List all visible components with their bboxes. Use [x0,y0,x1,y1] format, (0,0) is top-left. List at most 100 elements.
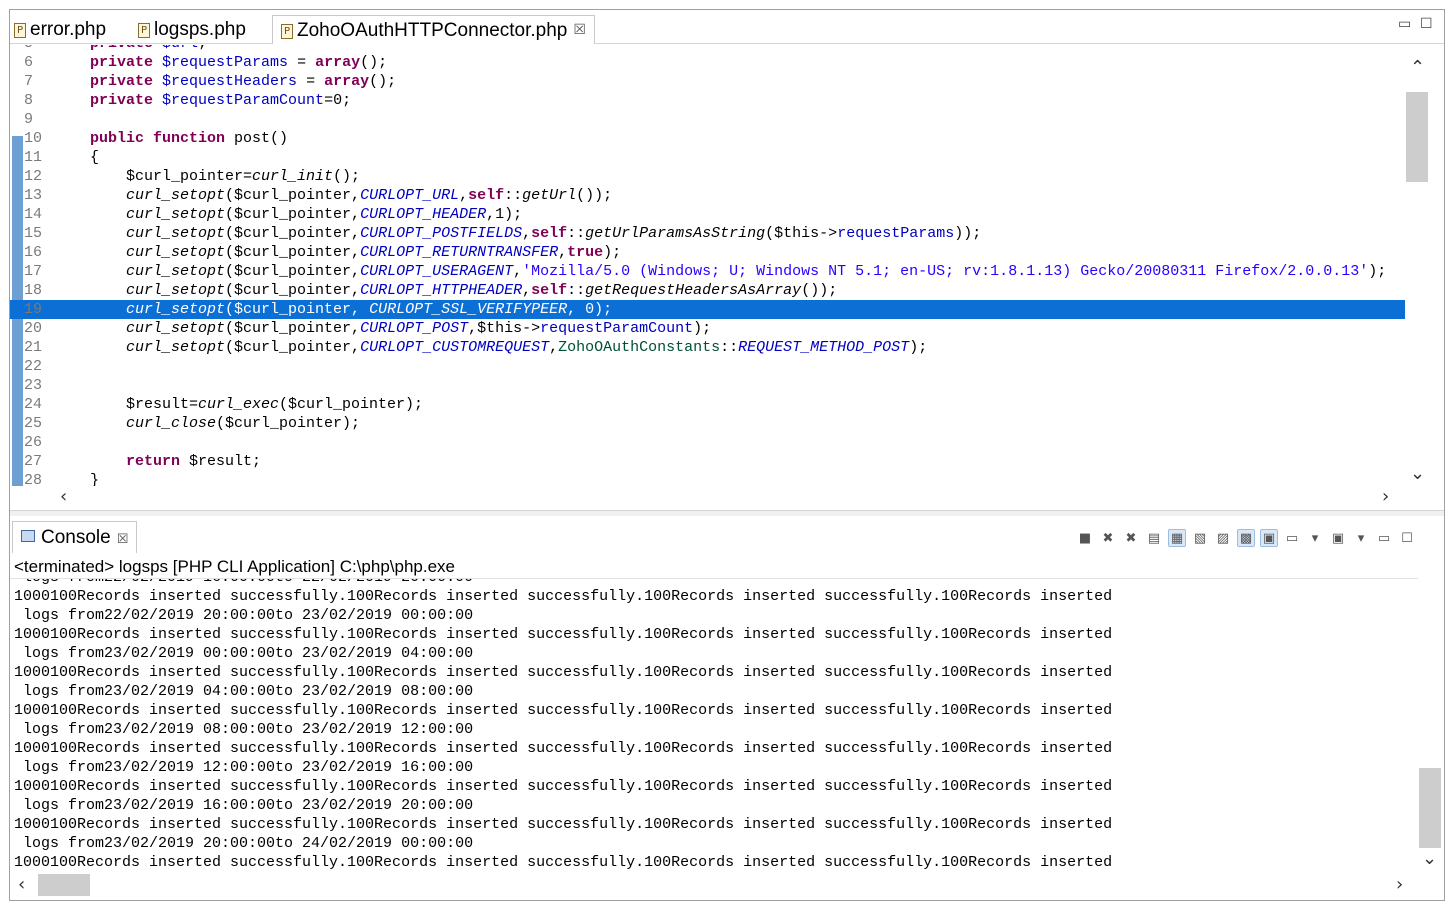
minimize-icon[interactable]: ▭ [1398,16,1411,32]
line-number: 21 [24,339,43,356]
console-line: 1000100Records inserted successfully.100… [14,702,1113,719]
line-number: 27 [24,453,43,470]
editor-scroll-thumb[interactable] [1406,92,1428,182]
line-number: 5 [24,45,54,53]
console-hscroll-thumb[interactable] [38,874,90,896]
scroll-up-icon[interactable]: ⌃ [1410,57,1425,78]
console-output[interactable]: logs from22/02/2019 16:00:00to 22/02/201… [10,578,1418,870]
console-toolbar-button-icon[interactable]: ▣ [1329,530,1347,548]
code-line[interactable]: 8 private $requestParamCount=0; [10,91,1405,110]
code-editor[interactable]: 5 private $url; 6 private $requestParams = … [10,45,1444,486]
line-number: 26 [24,434,43,451]
code-line[interactable]: 26 [10,433,1405,452]
code-text: curl_setopt($curl_pointer,CURLOPT_POSTFI… [126,225,982,242]
console-icon [21,530,35,542]
console-horizontal-scrollbar[interactable]: ‹ › [10,870,1418,900]
console-line: logs from22/02/2019 16:00:00to 22/02/201… [14,579,473,587]
code-line[interactable]: 23 [10,376,1405,395]
code-line[interactable]: 28} [10,471,1405,486]
console-toolbar-button-icon[interactable]: ▧ [1191,530,1209,548]
scroll-right-icon[interactable]: › [1396,874,1403,895]
console-toolbar-button-icon[interactable]: ▾ [1352,530,1370,548]
tab-label: ZohoOAuthHTTPConnector.php [297,20,568,41]
code-line[interactable]: 19 curl_setopt($curl_pointer, CURLOPT_SSL… [10,300,1405,319]
code-line[interactable]: 6 private $requestParams = array(); [10,53,1405,72]
tab-error-php[interactable]: Perror.php [14,15,106,44]
code-line[interactable]: 15 curl_setopt($curl_pointer,CURLOPT_POST… [10,224,1405,243]
console-toolbar: ■ ✖ ✖ ▤ ▦ ▧ ▨ ▩ ▣ ▭ ▾ ▣ ▾ ▭ ☐ [1076,529,1421,549]
code-line[interactable]: 13 curl_setopt($curl_pointer,CURLOPT_URL,… [10,186,1405,205]
console-line: 1000100Records inserted successfully.100… [14,626,1113,643]
close-icon[interactable]: ☒ [573,22,586,38]
tab-zoho-connector-php[interactable]: P ZohoOAuthHTTPConnector.php ☒ [272,15,595,44]
scroll-left-icon[interactable]: ‹ [60,486,67,507]
console-toolbar-button-icon[interactable]: ✖ [1122,530,1140,548]
code-text: { [90,149,100,166]
code-line[interactable]: 10 public function post() [10,129,1405,148]
tab-logsps-php[interactable]: Plogsps.php [138,15,246,44]
line-number: 14 [24,206,43,223]
console-line: 1000100Records inserted successfully.100… [14,740,1113,757]
line-number: 9 [24,111,34,128]
console-toolbar-button-icon[interactable]: ▩ [1237,529,1255,547]
code-line[interactable]: 21 curl_setopt($curl_pointer,CURLOPT_CUST… [10,338,1405,357]
code-text: curl_setopt($curl_pointer,CURLOPT_HEADER… [126,206,523,223]
php-file-icon: P [281,24,293,39]
console-tab-label: Console [41,527,111,548]
line-number: 15 [24,225,43,242]
console-toolbar-button-icon[interactable]: ▭ [1375,530,1393,548]
console-toolbar-button-icon[interactable]: ☐ [1398,530,1416,548]
code-line[interactable]: 22 [10,357,1405,376]
code-line[interactable]: 9 [10,110,1405,129]
maximize-icon[interactable]: ☐ [1420,16,1433,32]
editor-horizontal-scrollbar[interactable]: ‹ › [52,486,1405,508]
line-number: 22 [24,358,43,375]
line-number: 23 [24,377,43,394]
console-scroll-thumb[interactable] [1419,768,1441,848]
code-text: private $requestParams = array(); [90,54,388,71]
code-line[interactable]: 11 { [10,148,1405,167]
console-toolbar-button-icon[interactable]: ▣ [1260,529,1278,547]
code-text: private $requestParamCount=0; [90,92,352,109]
editor-tab-bar: Perror.php Plogsps.php P ZohoOAuthHTTPCon… [10,10,1444,44]
console-toolbar-button-icon[interactable]: ▦ [1168,529,1186,547]
console-toolbar-button-icon[interactable]: ▭ [1283,530,1301,548]
close-icon[interactable]: ☒ [117,532,129,547]
console-toolbar-button-icon[interactable]: ▤ [1145,530,1163,548]
code-line[interactable]: 14 curl_setopt($curl_pointer,CURLOPT_HEAD… [10,205,1405,224]
code-line[interactable]: 16 curl_setopt($curl_pointer,CURLOPT_RETU… [10,243,1405,262]
code-text: private $requestHeaders = array(); [90,73,397,90]
line-number: 25 [24,415,43,432]
code-text: $result=curl_exec($curl_pointer); [126,396,424,413]
tab-label: error.php [30,19,107,40]
console-toolbar-button-icon[interactable]: ✖ [1099,530,1117,548]
code-line[interactable]: 27 return $result; [10,452,1405,471]
code-text: public function post() [90,130,289,147]
scroll-left-icon[interactable]: ‹ [18,874,25,895]
line-number: 24 [24,396,43,413]
line-number: 18 [24,282,43,299]
console-line: logs from23/02/2019 04:00:00to 23/02/201… [14,683,474,700]
console-toolbar-button-icon[interactable]: ▾ [1306,530,1324,548]
code-line[interactable]: 25 curl_close($curl_pointer); [10,414,1405,433]
code-text: curl_close($curl_pointer); [126,415,361,432]
code-text: curl_setopt($curl_pointer,CURLOPT_RETURN… [126,244,622,261]
code-text: curl_setopt($curl_pointer,CURLOPT_HTTPHE… [126,282,838,299]
console-line: logs from22/02/2019 20:00:00to 23/02/201… [14,607,474,624]
pane-separator[interactable] [10,510,1444,516]
scroll-down-icon[interactable]: ⌄ [1422,848,1437,869]
code-line[interactable]: 20 curl_setopt($curl_pointer,CURLOPT_POST… [10,319,1405,338]
code-text: private $url; [90,45,207,53]
code-line[interactable]: 12 $curl_pointer=curl_init(); [10,167,1405,186]
code-line[interactable]: 7 private $requestHeaders = array(); [10,72,1405,91]
line-number: 7 [24,73,34,90]
code-line[interactable]: 17 curl_setopt($curl_pointer,CURLOPT_USER… [10,262,1405,281]
code-line[interactable]: 24 $result=curl_exec($curl_pointer); [10,395,1405,414]
console-toolbar-button-icon[interactable]: ■ [1076,530,1094,548]
tab-console[interactable]: Console ☒ [12,521,138,553]
code-line[interactable]: 5 private $url; [10,45,1405,53]
console-toolbar-button-icon[interactable]: ▨ [1214,530,1232,548]
scroll-right-icon[interactable]: › [1382,486,1389,507]
scroll-down-icon[interactable]: ⌄ [1410,463,1425,484]
code-line[interactable]: 18 curl_setopt($curl_pointer,CURLOPT_HTTP… [10,281,1405,300]
